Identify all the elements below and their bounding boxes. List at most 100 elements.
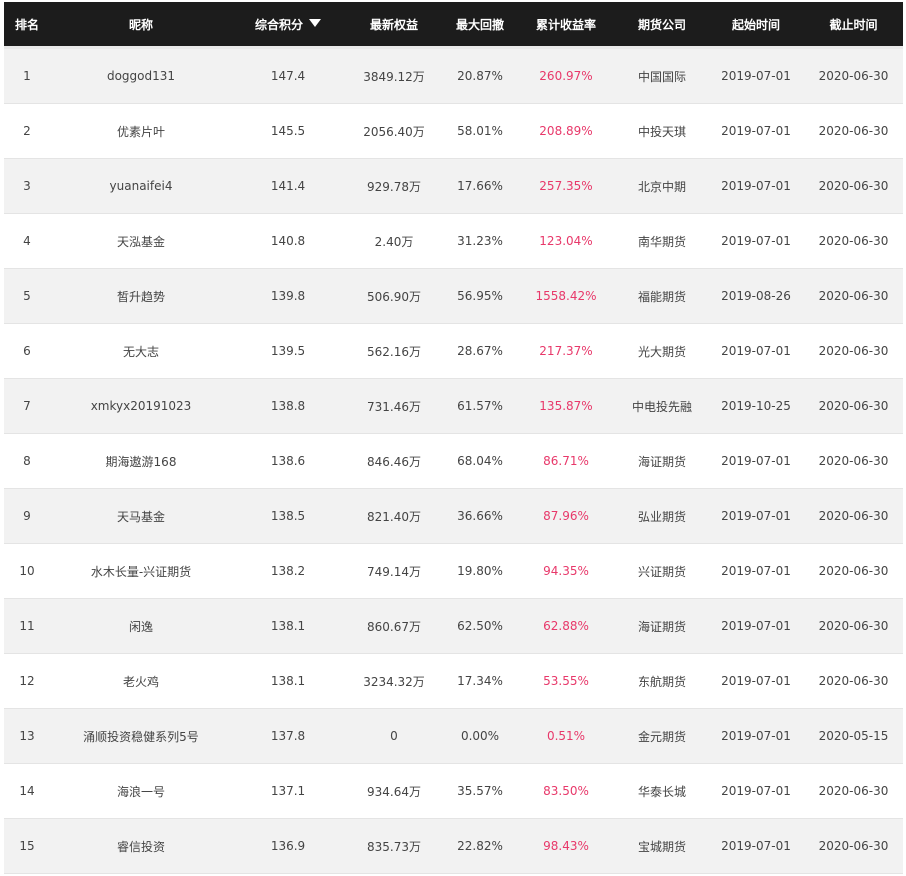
cell-company: 福能期货	[616, 268, 708, 324]
cell-cum-return: 257.35%	[516, 158, 616, 214]
cell-end: 2020-06-30	[804, 268, 903, 324]
table-header-row: 排名 昵称 综合积分 最新权益 最大回撤 累计收益率 期货公司 起始时间 截止时…	[4, 2, 903, 49]
cell-start: 2019-07-01	[708, 488, 804, 544]
col-header-end: 截止时间	[804, 2, 903, 49]
cell-score: 141.4	[232, 158, 344, 214]
cell-start: 2019-07-01	[708, 158, 804, 214]
cell-end: 2020-06-30	[804, 213, 903, 269]
cell-equity: 3849.12万	[344, 47, 444, 104]
cell-company: 中投天琪	[616, 103, 708, 159]
cell-equity: 0	[344, 708, 444, 764]
cell-start: 2019-07-01	[708, 543, 804, 599]
sort-descending-icon[interactable]	[309, 19, 321, 27]
cell-rank: 4	[4, 213, 50, 269]
cell-score: 140.8	[232, 213, 344, 269]
cell-cum-return: 0.51%	[516, 708, 616, 764]
cell-drawdown: 36.66%	[444, 488, 516, 544]
cell-cum-return: 135.87%	[516, 378, 616, 434]
cell-score: 137.8	[232, 708, 344, 764]
cell-nickname: 期海遨游168	[50, 433, 232, 489]
col-header-score[interactable]: 综合积分	[232, 2, 344, 49]
cell-rank: 7	[4, 378, 50, 434]
cell-start: 2019-07-01	[708, 433, 804, 489]
cell-equity: 506.90万	[344, 268, 444, 324]
cell-nickname: 天泓基金	[50, 213, 232, 269]
cell-company: 金元期货	[616, 708, 708, 764]
cell-rank: 10	[4, 543, 50, 599]
table-row: 2 优素片叶 145.5 2056.40万 58.01% 208.89% 中投天琪 2019-…	[4, 103, 903, 159]
cell-nickname: doggod131	[50, 47, 232, 104]
cell-company: 华泰长城	[616, 763, 708, 819]
col-header-score-label: 综合积分	[254, 17, 303, 32]
cell-rank: 6	[4, 323, 50, 379]
cell-equity: 934.64万	[344, 763, 444, 819]
cell-rank: 1	[4, 47, 50, 104]
cell-cum-return: 1558.42%	[516, 268, 616, 324]
cell-drawdown: 35.57%	[444, 763, 516, 819]
cell-company: 光大期货	[616, 323, 708, 379]
cell-end: 2020-06-30	[804, 433, 903, 489]
cell-score: 138.1	[232, 653, 344, 709]
table-body: 1 doggod131 147.4 3849.12万 20.87% 260.97% 中国国际…	[4, 47, 903, 874]
cell-rank: 13	[4, 708, 50, 764]
cell-end: 2020-06-30	[804, 598, 903, 654]
cell-nickname: 水木长量-兴证期货	[50, 543, 232, 599]
cell-cum-return: 53.55%	[516, 653, 616, 709]
cell-equity: 2056.40万	[344, 103, 444, 159]
cell-drawdown: 62.50%	[444, 598, 516, 654]
cell-cum-return: 94.35%	[516, 543, 616, 599]
cell-score: 137.1	[232, 763, 344, 819]
table-row: 10 水木长量-兴证期货 138.2 749.14万 19.80% 94.35% 兴证期货 2…	[4, 543, 903, 599]
cell-cum-return: 260.97%	[516, 47, 616, 104]
cell-rank: 14	[4, 763, 50, 819]
cell-cum-return: 62.88%	[516, 598, 616, 654]
cell-drawdown: 19.80%	[444, 543, 516, 599]
cell-score: 145.5	[232, 103, 344, 159]
cell-score: 136.9	[232, 818, 344, 874]
cell-start: 2019-07-01	[708, 103, 804, 159]
cell-company: 海证期货	[616, 433, 708, 489]
cell-equity: 2.40万	[344, 213, 444, 269]
col-header-rank: 排名	[4, 2, 50, 49]
ranking-page: 排名 昵称 综合积分 最新权益 最大回撤 累计收益率 期货公司 起始时间 截止时…	[0, 0, 906, 876]
cell-nickname: 涌顺投资稳健系列5号	[50, 708, 232, 764]
table-row: 12 老火鸡 138.1 3234.32万 17.34% 53.55% 东航期货 2019-0…	[4, 653, 903, 709]
cell-nickname: yuanaifei4	[50, 158, 232, 214]
cell-equity: 860.67万	[344, 598, 444, 654]
cell-drawdown: 22.82%	[444, 818, 516, 874]
cell-drawdown: 61.57%	[444, 378, 516, 434]
col-header-drawdown: 最大回撤	[444, 2, 516, 49]
cell-score: 138.6	[232, 433, 344, 489]
cell-company: 宝城期货	[616, 818, 708, 874]
cell-equity: 562.16万	[344, 323, 444, 379]
table-row: 8 期海遨游168 138.6 846.46万 68.04% 86.71% 海证期货 2019…	[4, 433, 903, 489]
col-header-company: 期货公司	[616, 2, 708, 49]
cell-nickname: 老火鸡	[50, 653, 232, 709]
cell-cum-return: 86.71%	[516, 433, 616, 489]
cell-nickname: 海浪一号	[50, 763, 232, 819]
cell-nickname: xmkyx20191023	[50, 378, 232, 434]
col-header-start: 起始时间	[708, 2, 804, 49]
cell-cum-return: 87.96%	[516, 488, 616, 544]
cell-company: 中国国际	[616, 47, 708, 104]
cell-start: 2019-07-01	[708, 818, 804, 874]
cell-score: 138.1	[232, 598, 344, 654]
cell-end: 2020-06-30	[804, 378, 903, 434]
cell-nickname: 睿信投资	[50, 818, 232, 874]
cell-start: 2019-07-01	[708, 708, 804, 764]
cell-nickname: 皙升趋势	[50, 268, 232, 324]
table-row: 11 闲逸 138.1 860.67万 62.50% 62.88% 海证期货 2019-07-…	[4, 598, 903, 654]
cell-start: 2019-08-26	[708, 268, 804, 324]
cell-drawdown: 0.00%	[444, 708, 516, 764]
cell-drawdown: 17.66%	[444, 158, 516, 214]
cell-drawdown: 20.87%	[444, 47, 516, 104]
cell-cum-return: 208.89%	[516, 103, 616, 159]
table-row: 5 皙升趋势 139.8 506.90万 56.95% 1558.42% 福能期货 2019-…	[4, 268, 903, 324]
col-header-nickname: 昵称	[50, 2, 232, 49]
cell-start: 2019-07-01	[708, 47, 804, 104]
cell-end: 2020-06-30	[804, 47, 903, 104]
cell-rank: 12	[4, 653, 50, 709]
cell-nickname: 闲逸	[50, 598, 232, 654]
cell-rank: 3	[4, 158, 50, 214]
table-row: 1 doggod131 147.4 3849.12万 20.87% 260.97% 中国国际…	[4, 47, 903, 104]
